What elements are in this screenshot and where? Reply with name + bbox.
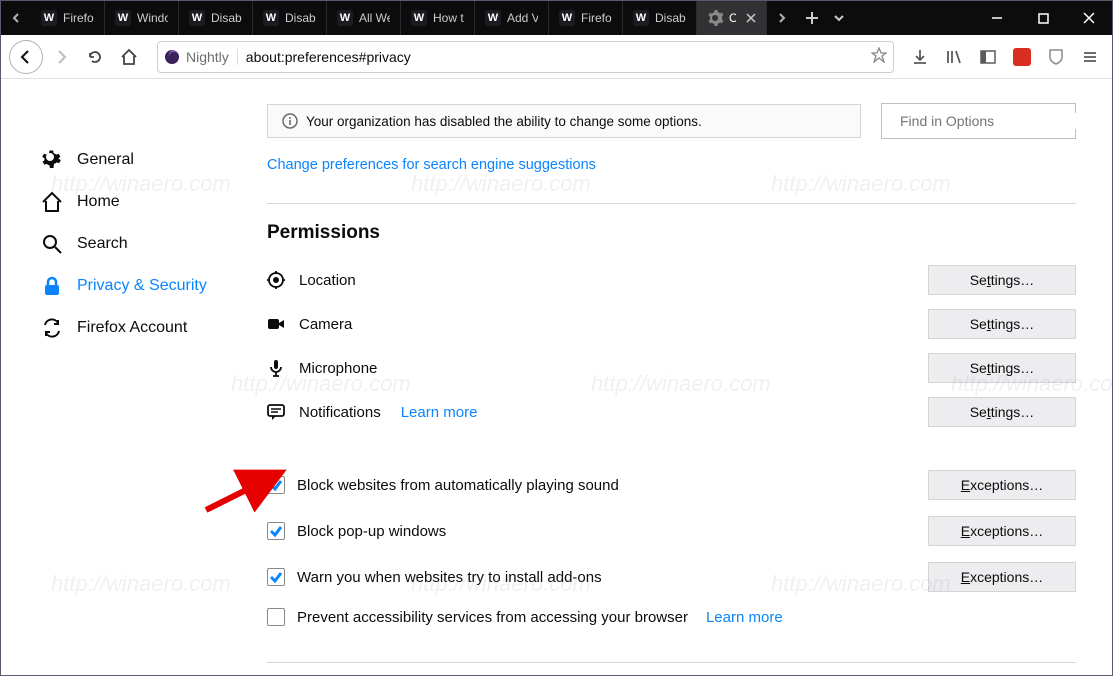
sidebar-item-general[interactable]: General: [41, 139, 231, 181]
location-icon: [267, 271, 285, 289]
divider: [267, 203, 1076, 204]
menu-button[interactable]: [1076, 43, 1104, 71]
block-popups-checkbox[interactable]: [267, 522, 285, 540]
block-autoplay-exceptions-button[interactable]: Exceptions…: [928, 470, 1076, 500]
tab-4[interactable]: WAll We: [327, 1, 401, 35]
microphone-settings-button[interactable]: Settings…: [928, 353, 1076, 383]
sidebar-item-label: General: [77, 151, 134, 169]
sidebar-item-home[interactable]: Home: [41, 181, 231, 223]
permissions-heading: Permissions: [267, 222, 1076, 244]
nav-toolbar: Nightly: [1, 35, 1112, 79]
tab-active[interactable]: Op: [697, 1, 767, 35]
location-settings-button[interactable]: Settings…: [928, 265, 1076, 295]
sidebar-item-label: Privacy & Security: [77, 277, 207, 295]
minimize-button[interactable]: [974, 1, 1020, 35]
notifications-settings-button[interactable]: Settings…: [928, 397, 1076, 427]
policy-notice: Your organization has disabled the abili…: [267, 104, 861, 138]
tab-scroll-right[interactable]: [767, 1, 797, 35]
sidebar-item-privacy[interactable]: Privacy & Security: [41, 265, 231, 307]
tab-1[interactable]: WWindo: [105, 1, 179, 35]
permission-row-camera: Camera Settings…: [267, 302, 1076, 346]
sidebar-icon[interactable]: [974, 43, 1002, 71]
check-row-block-autoplay: Block websites from automatically playin…: [267, 462, 1076, 508]
sidebar-item-label: Home: [77, 193, 120, 211]
permission-row-notifications: Notifications Learn more Settings…: [267, 390, 1076, 434]
notifications-icon: [267, 403, 285, 421]
sidebar-item-label: Firefox Account: [77, 319, 187, 337]
tab-6[interactable]: WAdd V: [475, 1, 549, 35]
home-button[interactable]: [113, 41, 145, 73]
options-search-input[interactable]: [900, 113, 1081, 129]
search-icon: [41, 233, 63, 255]
block-popups-exceptions-button[interactable]: Exceptions…: [928, 516, 1076, 546]
check-row-block-popups: Block pop-up windows Exceptions…: [267, 508, 1076, 554]
home-icon: [41, 191, 63, 213]
close-button[interactable]: [1066, 1, 1112, 35]
tab-7[interactable]: WFirefo: [549, 1, 623, 35]
camera-settings-button[interactable]: Settings…: [928, 309, 1076, 339]
ublock-icon[interactable]: [1042, 43, 1070, 71]
preferences-sidebar: General Home Search Privacy & Security F…: [1, 79, 231, 675]
back-button[interactable]: [9, 40, 43, 74]
block-autoplay-checkbox[interactable]: [267, 476, 285, 494]
sidebar-item-label: Search: [77, 235, 128, 253]
close-icon[interactable]: [746, 13, 756, 23]
permission-row-microphone: Microphone Settings…: [267, 346, 1076, 390]
new-tab-button[interactable]: [797, 1, 827, 35]
tab-3[interactable]: WDisabl: [253, 1, 327, 35]
tab-2[interactable]: WDisabl: [179, 1, 253, 35]
gear-icon: [41, 149, 63, 171]
permission-row-location: Location Settings…: [267, 258, 1076, 302]
check-row-warn-addons: Warn you when websites try to install ad…: [267, 554, 1076, 600]
nightly-icon: [164, 49, 180, 65]
sync-icon: [41, 317, 63, 339]
downloads-icon[interactable]: [906, 43, 934, 71]
tab-scroll-left[interactable]: [1, 1, 31, 35]
divider: [267, 662, 1076, 663]
check-row-accessibility: Prevent accessibility services from acce…: [267, 600, 1076, 634]
microphone-icon: [267, 359, 285, 377]
info-icon: [282, 113, 298, 129]
sidebar-item-search[interactable]: Search: [41, 223, 231, 265]
content: General Home Search Privacy & Security F…: [1, 79, 1112, 675]
search-engine-link[interactable]: Change preferences for search engine sug…: [267, 157, 1076, 173]
tab-0[interactable]: WFirefo: [31, 1, 105, 35]
reload-button[interactable]: [79, 41, 111, 73]
tabs-dropdown[interactable]: [827, 1, 851, 35]
forward-button[interactable]: [45, 41, 77, 73]
sidebar-item-account[interactable]: Firefox Account: [41, 307, 231, 349]
adblock-icon[interactable]: [1008, 43, 1036, 71]
maximize-button[interactable]: [1020, 1, 1066, 35]
identity-label: Nightly: [186, 49, 229, 65]
warn-addons-checkbox[interactable]: [267, 568, 285, 586]
url-input[interactable]: [246, 49, 863, 65]
accessibility-learn-more[interactable]: Learn more: [706, 609, 783, 626]
identity-box[interactable]: Nightly: [164, 49, 238, 65]
accessibility-checkbox[interactable]: [267, 608, 285, 626]
url-bar[interactable]: Nightly: [157, 41, 894, 73]
library-icon[interactable]: [940, 43, 968, 71]
notifications-learn-more[interactable]: Learn more: [401, 404, 478, 421]
title-bar: WFirefo WWindo WDisabl WDisabl WAll We W…: [1, 1, 1112, 35]
lock-icon: [41, 275, 63, 297]
bookmark-star-icon[interactable]: [871, 47, 887, 66]
tab-8[interactable]: WDisabl: [623, 1, 697, 35]
gear-icon: [707, 10, 723, 26]
camera-icon: [267, 315, 285, 333]
options-search[interactable]: [881, 103, 1076, 139]
main-pane: Your organization has disabled the abili…: [231, 79, 1112, 675]
tab-5[interactable]: WHow t: [401, 1, 475, 35]
warn-addons-exceptions-button[interactable]: Exceptions…: [928, 562, 1076, 592]
